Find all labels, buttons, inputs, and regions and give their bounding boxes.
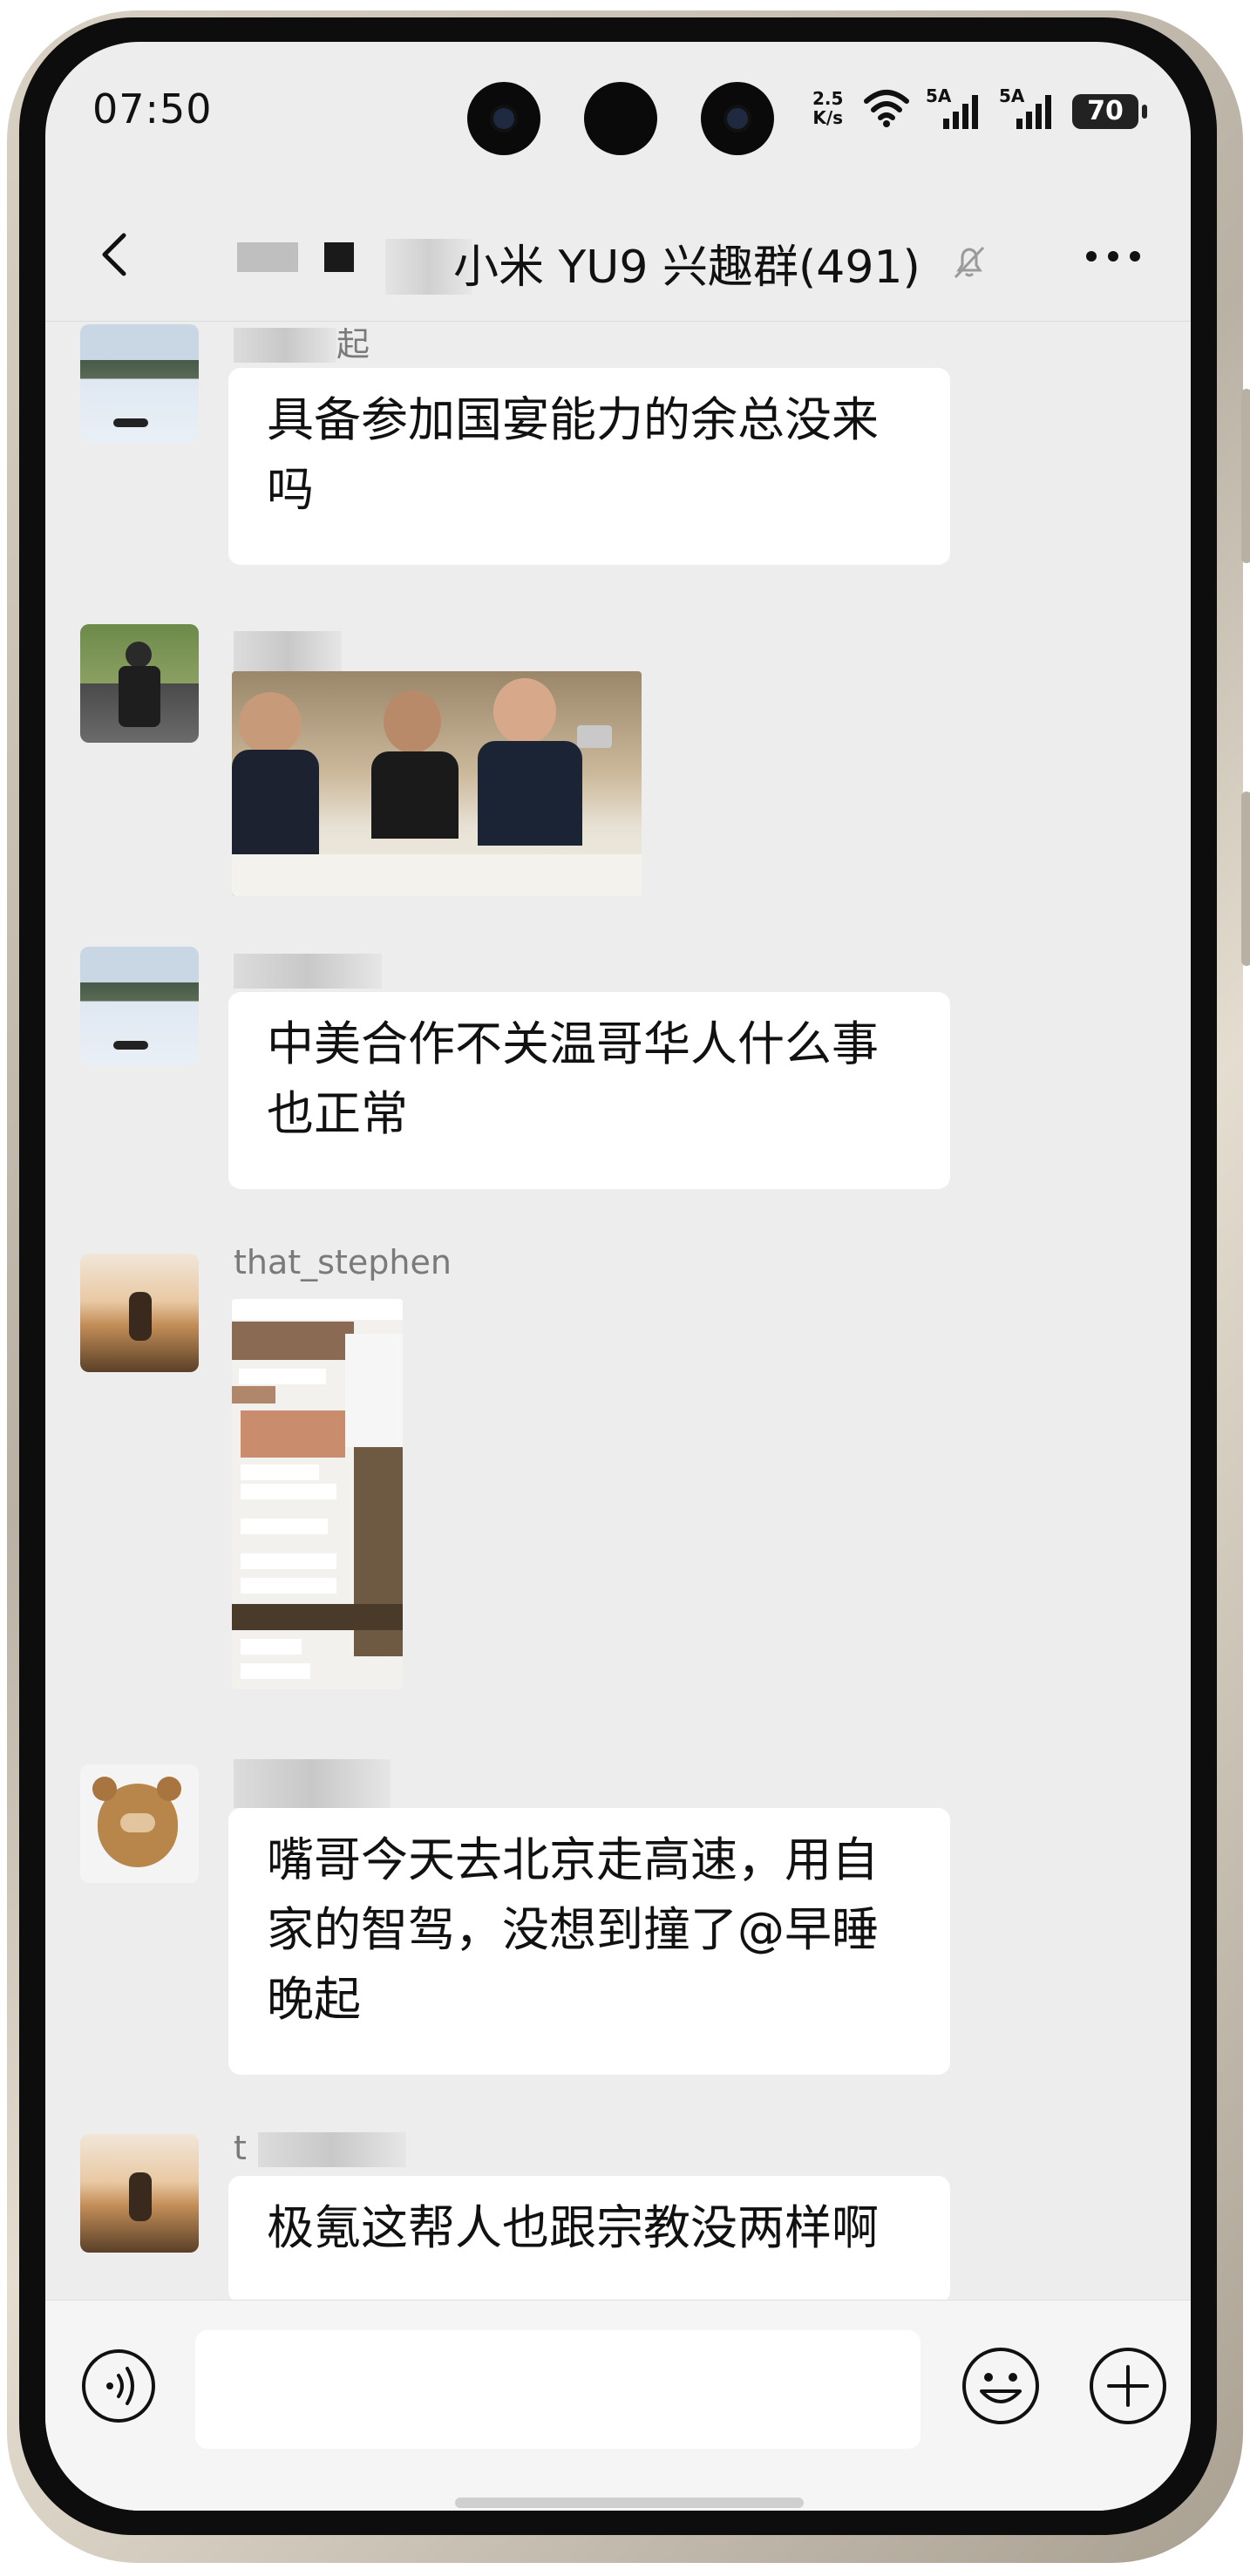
- sender-name: t: [234, 2129, 247, 2167]
- message-bubble[interactable]: 嘴哥今天去北京走高速，用自 家的智驾，没想到撞了@早睡 晚起: [228, 1808, 950, 2075]
- blurred-sender-name: [258, 2132, 406, 2167]
- emoji-icon[interactable]: [961, 2346, 1041, 2426]
- mute-bell-icon: [954, 246, 985, 279]
- blurred-title-part: [237, 242, 298, 272]
- message-text-line: 晚起: [267, 1972, 361, 2027]
- avatar[interactable]: [80, 1254, 199, 1372]
- front-camera-right: [701, 82, 774, 155]
- message-text-line: 中美合作不关温哥华人什么事: [267, 1016, 879, 1071]
- battery-icon: 70: [1072, 94, 1138, 129]
- message-bubble[interactable]: 具备参加国宴能力的余总没来 吗: [228, 368, 950, 565]
- message-text-line: 具备参加国宴能力的余总没来: [267, 392, 879, 447]
- avatar[interactable]: [80, 2134, 199, 2253]
- avatar[interactable]: [80, 1764, 199, 1883]
- message-bubble[interactable]: 极氪这帮人也跟宗教没两样啊: [228, 2176, 950, 2303]
- front-camera-middle: [584, 82, 657, 155]
- chat-title: 小米 YU9 兴趣群(491): [453, 241, 921, 294]
- message-input[interactable]: [195, 2330, 921, 2449]
- blurred-title-part: [324, 242, 354, 272]
- dinner-photo[interactable]: [232, 671, 642, 896]
- message-text-line: 也正常: [267, 1086, 408, 1141]
- avatar[interactable]: [80, 324, 199, 443]
- blurred-sender-name: [234, 954, 382, 989]
- chat-screenshot[interactable]: [232, 1299, 403, 1689]
- input-bar: [45, 2300, 1191, 2511]
- status-bar: 07:50 2.5 K/s 5A 5A 70: [45, 42, 1191, 190]
- avatar[interactable]: [80, 947, 199, 1065]
- avatar[interactable]: [80, 624, 199, 743]
- message-text-line: 家的智驾，没想到撞了@早睡: [267, 1902, 879, 1957]
- plus-icon[interactable]: [1088, 2346, 1168, 2426]
- chat-header: 小米 YU9 兴趣群(491): [45, 190, 1191, 322]
- side-button: [1241, 792, 1250, 966]
- more-dots-icon[interactable]: [1083, 248, 1144, 265]
- battery-tip: [1142, 105, 1147, 119]
- sender-name: that_stephen: [234, 1243, 452, 1281]
- net-speed-value: 2.5: [812, 88, 844, 109]
- front-camera-left: [467, 82, 540, 155]
- message-text-line: 吗: [267, 462, 314, 517]
- message-text-line: 极氪这帮人也跟宗教没两样啊: [267, 2200, 879, 2255]
- message-text-line: 嘴哥今天去北京走高速，用自: [267, 1832, 879, 1887]
- signal1-icon: [943, 95, 978, 129]
- voice-icon[interactable]: [80, 2348, 157, 2424]
- blurred-sender-name: [234, 1759, 391, 1808]
- back-arrow-icon[interactable]: [91, 228, 143, 281]
- sender-name: 起: [336, 325, 370, 364]
- side-button: [1241, 389, 1250, 563]
- net-speed: 2.5 K/s: [812, 89, 843, 127]
- screen: 07:50 2.5 K/s 5A 5A 70 小米 YU9 兴趣群(491) 起…: [45, 42, 1191, 2511]
- home-indicator[interactable]: [455, 2498, 804, 2508]
- blurred-sender-name: [234, 328, 336, 363]
- message-bubble[interactable]: 中美合作不关温哥华人什么事 也正常: [228, 992, 950, 1189]
- clock: 07:50: [92, 85, 213, 133]
- net-speed-unit: K/s: [812, 107, 844, 128]
- wifi-icon: [864, 90, 909, 127]
- signal2-icon: [1016, 95, 1051, 129]
